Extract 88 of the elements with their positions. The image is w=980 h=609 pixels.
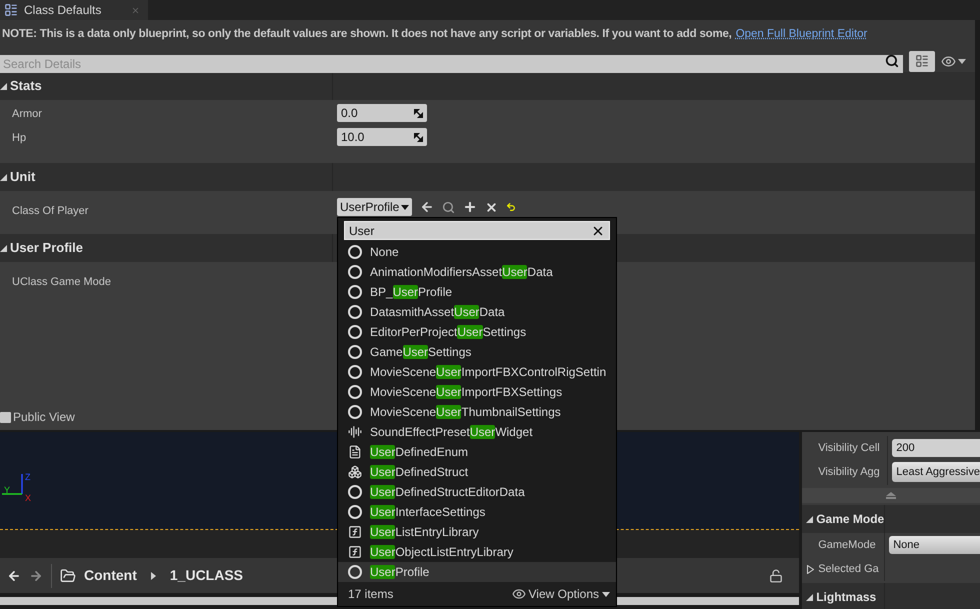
class-list-item[interactable]: UserDefinedStructEditorData — [338, 482, 616, 502]
reset-arrow-icon[interactable] — [506, 202, 516, 212]
axis-gizmo-drawing: Z Y X — [0, 470, 34, 502]
number-field[interactable]: 10.0 — [337, 128, 427, 146]
picker-search-field[interactable]: User — [344, 221, 610, 240]
unlocked-lock-icon[interactable] — [769, 568, 784, 582]
property-label: Visibility Cell — [818, 440, 880, 456]
eye-icon — [512, 587, 526, 601]
number-field[interactable]: 0.0 — [337, 104, 427, 122]
dropdown[interactable]: None — [889, 536, 980, 554]
ring-icon — [348, 365, 362, 379]
ring-icon — [348, 405, 362, 419]
open-editor-link[interactable]: Open Full Blueprint Editor — [736, 26, 868, 44]
function-icon — [348, 545, 362, 559]
expanded-triangle-icon[interactable] — [0, 174, 7, 180]
expanded-triangle-icon[interactable] — [0, 82, 7, 90]
collapsed-triangle-icon[interactable] — [807, 564, 814, 574]
ring-icon — [348, 305, 362, 319]
ring-icon — [348, 285, 362, 299]
section-header: Stats — [10, 77, 42, 96]
view-options-button[interactable]: View Options — [512, 585, 610, 603]
property-label: Selected Ga — [818, 562, 879, 577]
list-icon — [915, 54, 929, 68]
class-list-item[interactable]: MovieSceneUserThumbnailSettings — [338, 402, 616, 422]
ring-icon — [348, 505, 362, 519]
expanded-triangle-icon[interactable] — [806, 516, 814, 523]
breadcrumb-arrow-icon[interactable] — [150, 572, 156, 580]
search-icon — [885, 54, 899, 68]
ring-icon — [348, 565, 362, 579]
class-list-item[interactable]: UserDefinedEnum — [338, 442, 616, 462]
number-field[interactable]: 200 — [892, 439, 980, 458]
breadcrumb-link[interactable]: 1_UCLASS — [170, 565, 244, 586]
plus-icon[interactable] — [463, 200, 478, 214]
ring-icon — [348, 385, 362, 399]
eye-icon[interactable] — [941, 54, 956, 68]
class-list-item[interactable]: UserProfile — [338, 562, 616, 582]
property-label: Visibility Agg — [818, 465, 880, 480]
blocks-icon — [348, 465, 362, 479]
search-field[interactable]: Search Details — [0, 55, 903, 73]
class-list-item[interactable]: UserInterfaceSettings — [338, 502, 616, 522]
expanded-triangle-icon[interactable] — [0, 244, 7, 252]
public-view-checkbox[interactable] — [0, 412, 11, 422]
caret-icon — [401, 204, 410, 210]
browse-search-icon[interactable] — [442, 200, 456, 214]
dropdown[interactable]: Least Aggressive — [892, 462, 980, 482]
class-list-item[interactable]: None — [338, 242, 616, 262]
class-list-item[interactable]: UserObjectListEntryLibrary — [338, 542, 616, 562]
tab-title: Class Defaults — [24, 2, 102, 19]
class-list-item[interactable]: SoundEffectPresetUserWidget — [338, 422, 616, 442]
sound-wave-icon — [348, 425, 362, 439]
note-text: NOTE: This is a data only blueprint, so only the default values are shown. It does not have any script or variables. If you want to add some, — [2, 27, 732, 42]
class-list-item[interactable]: DatasmithAssetUserData — [338, 302, 616, 322]
section-header: User Profile — [10, 239, 83, 258]
ring-icon — [348, 345, 362, 359]
expanded-triangle-icon[interactable] — [806, 594, 814, 601]
clear-icon[interactable] — [485, 200, 498, 214]
class-dropdown[interactable]: UserProfile — [337, 198, 412, 216]
class-list-item[interactable]: UserDefinedStruct — [338, 462, 616, 482]
ring-icon — [348, 485, 362, 499]
class-list-item[interactable]: GameUserSettings — [338, 342, 616, 362]
class-list-item[interactable]: BP_UserProfile — [338, 282, 616, 302]
ring-icon — [348, 245, 362, 259]
checkbox-label: Public View — [13, 409, 75, 426]
class-list-item[interactable]: MovieSceneUserImportFBXControlRigSettin — [338, 362, 616, 382]
section-header: Game Mode — [816, 511, 884, 528]
grid-view-button[interactable] — [909, 50, 935, 72]
class-list-item[interactable]: AnimationModifiersAssetUserData — [338, 262, 616, 282]
folder-icon — [60, 568, 76, 584]
resize-arrows-icon — [414, 108, 423, 118]
breadcrumb-link[interactable]: Content — [84, 565, 137, 586]
property-label: GameMode — [817, 538, 876, 553]
property-label: Armor — [12, 108, 42, 120]
property-label: Class Of Player — [12, 205, 88, 217]
ring-icon — [348, 325, 362, 339]
property-label: Hp — [12, 132, 26, 144]
class-list-item[interactable]: UserListEntryLibrary — [338, 522, 616, 542]
property-label: UClass Game Mode — [12, 276, 112, 288]
function-icon — [348, 525, 362, 539]
caret-icon[interactable] — [958, 58, 966, 64]
resize-arrows-icon — [414, 132, 423, 142]
class-list-item[interactable]: EditorPerProjectUserSettings — [338, 322, 616, 342]
item-count: 17 items — [348, 586, 394, 603]
class-list-item[interactable]: MovieSceneUserImportFBXSettings — [338, 382, 616, 402]
section-header: Unit — [10, 168, 36, 186]
ring-icon — [348, 265, 362, 279]
editor-tab[interactable]: Class Defaults — [0, 0, 148, 20]
section-header: Lightmass — [816, 589, 876, 606]
collapse-arrow-icon[interactable] — [886, 492, 896, 499]
